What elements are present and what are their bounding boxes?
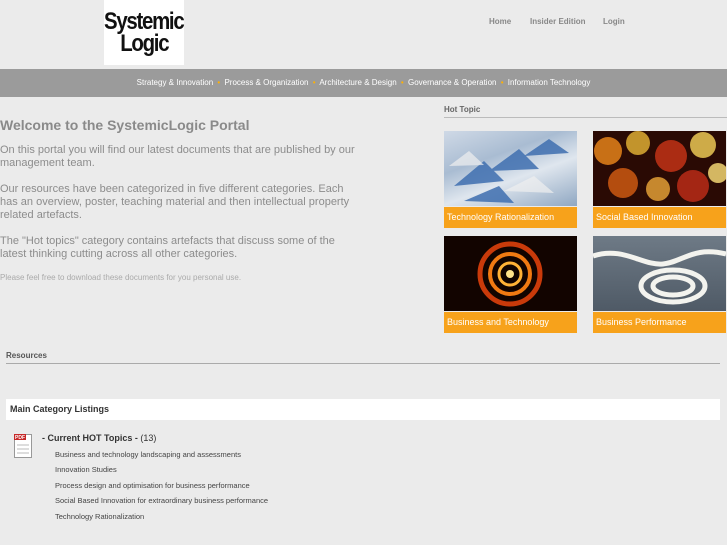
divider	[444, 117, 727, 118]
umbrellas-image	[444, 131, 577, 206]
menu-separator: •	[500, 78, 504, 87]
resource-link[interactable]: Process design and optimisation for busi…	[55, 481, 250, 490]
nav-home[interactable]: Home	[489, 17, 511, 26]
bokeh-lights-image	[593, 131, 726, 206]
hot-topics-title[interactable]: - Current HOT Topics -	[42, 433, 138, 443]
menu-separator: •	[312, 78, 316, 87]
resource-link[interactable]: Social Based Innovation for extraordinar…	[55, 496, 268, 505]
menu-strategy-innovation[interactable]: Strategy & Innovation	[137, 78, 214, 87]
logo-line2: Logic	[119, 29, 169, 57]
fire-spiral-image	[444, 236, 577, 311]
hot-topics-paragraph: The "Hot topics" category contains artef…	[0, 235, 335, 260]
tile-caption: Business Performance	[593, 312, 726, 333]
tile-technology-rationalization[interactable]: Technology Rationalization	[444, 131, 577, 228]
current-hot-topics[interactable]: - Current HOT Topics - (13)	[42, 433, 156, 443]
resource-link[interactable]: Technology Rationalization	[55, 512, 144, 521]
tile-business-performance[interactable]: Business Performance	[593, 236, 726, 333]
tile-caption: Social Based Innovation	[593, 207, 726, 228]
tile-caption: Technology Rationalization	[444, 207, 577, 228]
menu-process-organization[interactable]: Process & Organization	[224, 78, 308, 87]
resource-link[interactable]: Business and technology landscaping and …	[55, 450, 241, 459]
main-menu-bar: Strategy & Innovation • Process & Organi…	[0, 69, 727, 97]
menu-information-technology[interactable]: Information Technology	[508, 78, 591, 87]
intro-paragraph: On this portal you will find our latest …	[0, 144, 355, 169]
page-title: Welcome to the SystemicLogic Portal	[0, 117, 250, 133]
svg-text:PDF: PDF	[15, 435, 25, 441]
pdf-icon[interactable]: PDF	[14, 434, 32, 458]
menu-separator: •	[400, 78, 404, 87]
site-logo[interactable]: Systemic Logic	[104, 0, 185, 65]
tile-social-based-innovation[interactable]: Social Based Innovation	[593, 131, 726, 228]
download-note: Please feel free to download these docum…	[0, 273, 242, 282]
menu-governance-operation[interactable]: Governance & Operation	[408, 78, 497, 87]
nav-insider-edition[interactable]: Insider Edition	[530, 17, 586, 26]
nav-login[interactable]: Login	[603, 17, 625, 26]
resources-heading: Resources	[6, 351, 47, 360]
menu-architecture-design[interactable]: Architecture & Design	[319, 78, 396, 87]
hot-topics-count: (13)	[140, 433, 157, 443]
resource-link[interactable]: Innovation Studies	[55, 465, 117, 474]
tile-caption: Business and Technology	[444, 312, 577, 333]
hot-topic-heading: Hot Topic	[444, 105, 481, 114]
menu-separator: •	[217, 78, 221, 87]
rope-knot-image	[593, 236, 726, 311]
tile-business-and-technology[interactable]: Business and Technology	[444, 236, 577, 333]
divider	[6, 363, 720, 364]
categories-paragraph: Our resources have been categorized in f…	[0, 183, 350, 221]
main-category-listings: Main Category Listings	[6, 399, 720, 420]
